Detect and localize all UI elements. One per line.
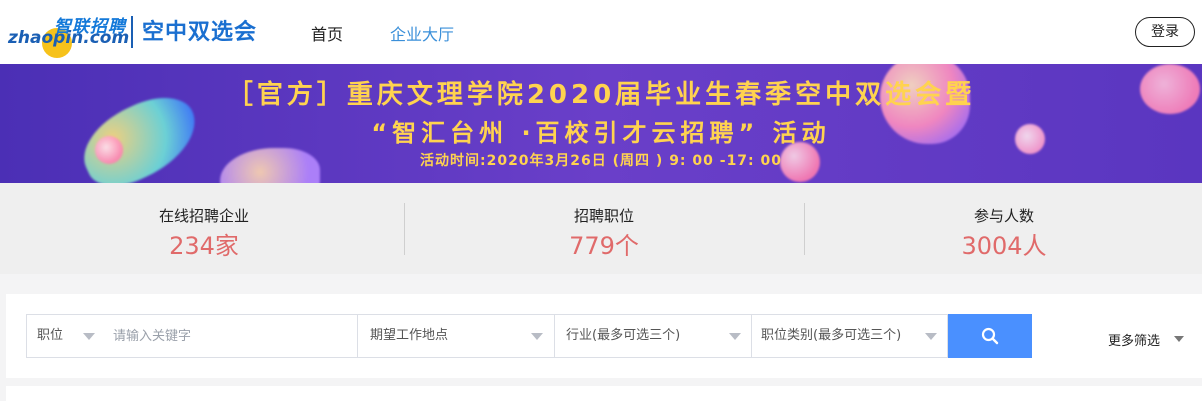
search-button[interactable] (948, 314, 1032, 358)
stat-participants: 参与人数 3004人 (804, 183, 1202, 274)
industry-select[interactable]: 行业(最多可选三个) (566, 315, 756, 357)
chevron-down-icon (531, 333, 543, 340)
zhaopin-logo[interactable]: 智联招聘 zhaopin.com (8, 6, 130, 58)
brand-title[interactable]: 空中双选会 (142, 14, 257, 46)
field-divider (554, 315, 555, 357)
job-category-label: 职位类别(最多可选三个) (761, 328, 902, 343)
logo-english-text: zhaopin.com (8, 28, 130, 48)
stat-label: 招聘职位 (573, 207, 634, 225)
stat-label: 参与人数 (973, 207, 1034, 225)
stat-label: 在线招聘企业 (158, 207, 249, 225)
stat-value: 234家 (169, 232, 239, 260)
content-area-top (6, 386, 1202, 401)
stats-bar: 在线招聘企业 234家 招聘职位 779个 参与人数 3004人 (0, 183, 1202, 274)
chevron-down-icon (729, 333, 741, 340)
nav-home-link[interactable]: 首页 (311, 21, 343, 45)
industry-label: 行业(最多可选三个) (566, 328, 681, 343)
stat-job-positions: 招聘职位 779个 (404, 183, 804, 274)
banner-subtitle: “智汇台州 ·百校引才云招聘” 活动 (371, 119, 831, 147)
stat-value: 779个 (569, 232, 639, 260)
keyword-input[interactable] (113, 315, 353, 357)
banner-event-time: 活动时间:2020年3月26日 (周四 ) 9: 00 -17: 00 (419, 153, 783, 169)
stat-value: 3004人 (961, 232, 1047, 260)
chevron-down-icon (925, 333, 937, 340)
logo-divider (131, 16, 133, 48)
search-bar: 职位 期望工作地点 行业(最多可选三个) 职位类别(最多可选三个) (26, 314, 948, 358)
chevron-down-icon (1174, 336, 1184, 342)
stat-online-companies: 在线招聘企业 234家 (4, 183, 404, 274)
chevron-down-icon (83, 333, 95, 340)
field-divider (751, 315, 752, 357)
location-label: 期望工作地点 (370, 328, 449, 343)
event-banner: ［官方］重庆文理学院2020届毕业生春季空中双选会暨 “智汇台州 ·百校引才云招… (0, 64, 1202, 183)
job-category-select[interactable]: 职位类别(最多可选三个) (761, 315, 951, 357)
search-type-label: 职位 (37, 328, 64, 343)
more-filters-button[interactable]: 更多筛选 (1108, 330, 1160, 349)
login-button[interactable]: 登录 (1135, 17, 1195, 47)
field-divider (357, 315, 358, 357)
search-panel: 职位 期望工作地点 行业(最多可选三个) 职位类别(最多可选三个) 更多筛选 (6, 294, 1202, 378)
nav-company-hall-link[interactable]: 企业大厅 (390, 21, 454, 45)
top-bar: 智联招聘 zhaopin.com 空中双选会 首页 企业大厅 登录 (0, 0, 1202, 64)
banner-title: ［官方］重庆文理学院2020届毕业生春季空中双选会暨 (226, 80, 976, 110)
search-icon (981, 327, 999, 345)
